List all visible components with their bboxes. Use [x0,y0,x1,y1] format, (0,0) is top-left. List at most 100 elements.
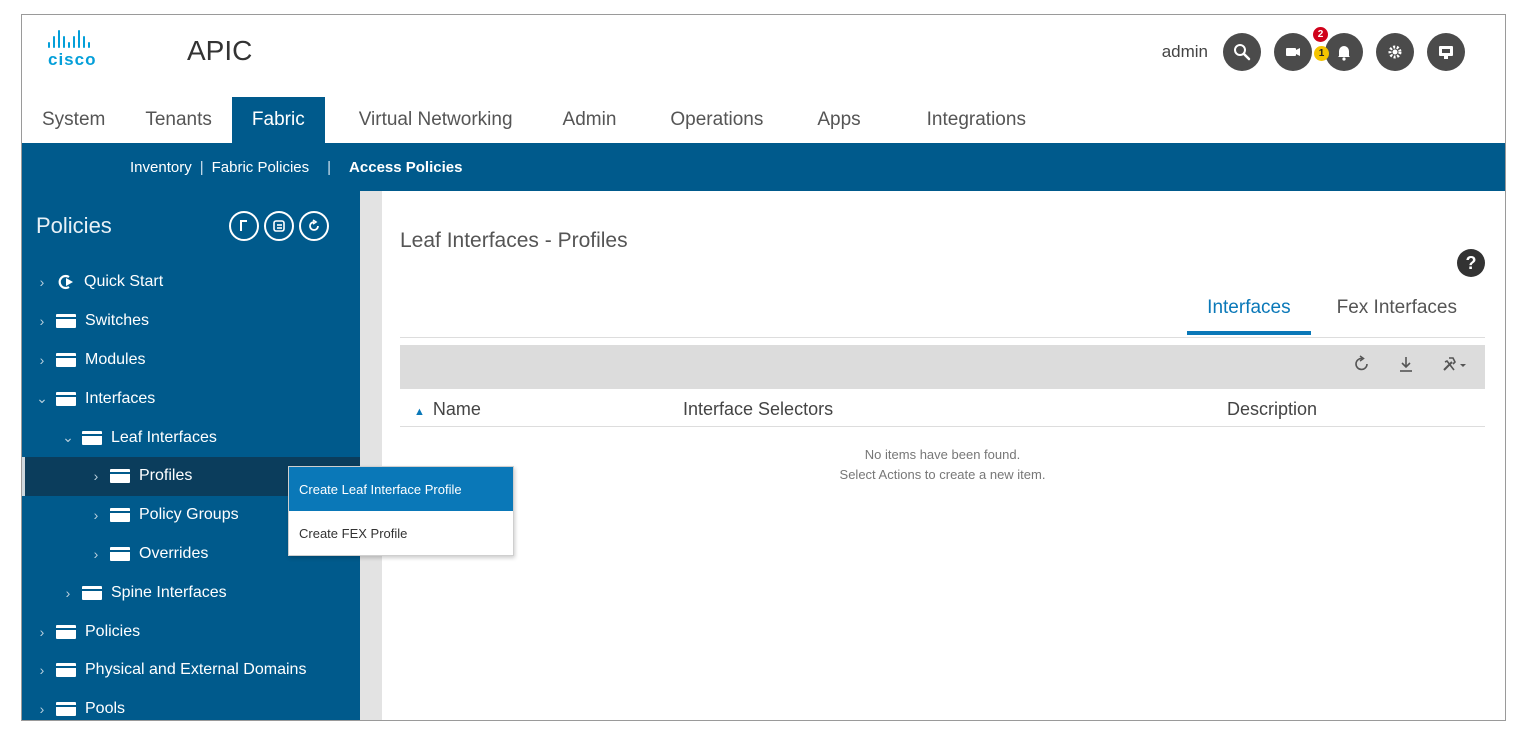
chevron-right-icon[interactable]: › [88,468,104,484]
folder-icon [110,508,130,523]
sort-ascending-icon: ▲ [414,406,425,418]
folder-icon [56,663,76,678]
tab-system[interactable]: System [22,97,125,143]
sub-navigation: Inventory | Fabric Policies | Access Pol… [22,143,1505,191]
top-header: cisco APIC admin 2 1 [22,15,1505,97]
main-tabs: System Tenants Fabric Virtual Networking… [22,97,1505,143]
chevron-right-icon[interactable]: › [34,274,50,290]
chevron-down-icon[interactable]: ⌄ [34,390,50,407]
quick-start-icon [58,275,73,290]
sidebar-resize-handle[interactable] [360,191,382,720]
collapse-icon [240,220,247,231]
chevron-right-icon[interactable]: › [34,313,50,329]
chevron-right-icon[interactable]: › [34,352,50,368]
cisco-logo[interactable]: cisco [48,28,128,72]
tab-tenants[interactable]: Tenants [125,97,232,143]
chevron-down-icon[interactable]: ⌄ [60,429,76,446]
menu-item-create-leaf-interface-profile[interactable]: Create Leaf Interface Profile [289,467,513,511]
tree-item-label: Policies [85,622,141,640]
tab-admin[interactable]: Admin [543,97,651,143]
search-button[interactable] [1223,33,1261,71]
search-icon [1234,44,1251,61]
chevron-right-icon[interactable]: › [60,585,76,601]
tree-item-label: Leaf Interfaces [111,428,217,446]
tree-item-label: Interfaces [85,389,156,407]
tree-item-physical-external-domains[interactable]: › Physical and External Domains [22,651,360,690]
empty-message: No items have been found. [864,447,1021,462]
bell-icon [1338,46,1350,61]
chevron-right-icon[interactable]: › [88,546,104,562]
logo-bars [48,28,128,48]
settings-button[interactable] [1376,33,1414,71]
tree-item-policies[interactable]: › Policies [22,612,360,651]
subnav-access-policies[interactable]: Access Policies [331,159,470,176]
gear-icon [1388,45,1402,59]
tree-item-label: Quick Start [84,273,164,291]
tree-item-label: Profiles [139,467,193,485]
subnav-fabric-policies[interactable]: Fabric Policies [204,159,318,176]
chevron-right-icon[interactable]: › [88,507,104,523]
content-tabs: Interfaces Fex Interfaces [1187,287,1477,335]
tree-item-pools[interactable]: › Pools [22,690,360,720]
sidebar-tool-button[interactable] [264,211,294,241]
page-title: Leaf Interfaces - Profiles [400,229,628,252]
chevron-right-icon[interactable]: › [34,624,50,640]
tree-item-modules[interactable]: › Modules [22,341,360,380]
empty-hint: Select Actions to create a new item. [839,467,1046,482]
download-icon[interactable] [1395,353,1417,375]
help-icon[interactable]: ? [1457,249,1485,277]
system-tools-button[interactable] [1427,33,1465,71]
subnav-inventory[interactable]: Inventory [122,159,200,176]
refresh-icon[interactable] [1351,353,1373,375]
tab-fex-interfaces[interactable]: Fex Interfaces [1311,287,1477,335]
tree-item-label: Spine Interfaces [111,583,227,601]
tree-item-label: Pools [85,700,126,718]
app-title: APIC [187,35,253,66]
folder-icon [82,430,102,445]
tab-interfaces[interactable]: Interfaces [1187,287,1311,335]
tree-item-label: Modules [85,350,146,368]
tree-item-spine-interfaces[interactable]: › Spine Interfaces [22,573,360,612]
menu-item-create-fex-profile[interactable]: Create FEX Profile [289,511,513,555]
tab-operations[interactable]: Operations [650,97,797,143]
chevron-right-icon[interactable]: › [34,662,50,678]
tab-integrations[interactable]: Integrations [907,97,1046,143]
tree-item-switches[interactable]: › Switches [22,302,360,341]
tree-item-leaf-interfaces[interactable]: ⌄ Leaf Interfaces [22,418,360,457]
warning-badge: 1 [1314,46,1329,61]
sidebar-tool-button[interactable] [299,211,329,241]
tree-item-label: Physical and External Domains [85,661,307,679]
tab-fabric[interactable]: Fabric [231,97,325,143]
table-header: ▲ Name Interface Selectors Description [400,395,1485,427]
feedback-button[interactable] [1274,33,1312,71]
feedback-icon [1286,48,1300,56]
column-header-interface-selectors[interactable]: Interface Selectors [683,399,833,420]
toolbar-icons [1351,353,1469,375]
refresh-icon [309,219,319,231]
chevron-right-icon[interactable]: › [34,701,50,717]
folder-icon [110,546,130,561]
tree-item-label: Policy Groups [139,506,239,524]
folder-icon [56,391,76,406]
critical-badge: 2 [1313,27,1328,42]
tree-item-interfaces[interactable]: ⌄ Interfaces [22,379,360,418]
column-header-name[interactable]: ▲ Name [414,399,481,420]
tab-virtual-networking[interactable]: Virtual Networking [325,97,543,143]
apic-window: cisco APIC admin 2 1 System Tenants Fabr… [21,14,1506,721]
actions-tools-icon[interactable] [1439,353,1469,375]
tree-item-label: Switches [85,312,150,330]
tab-apps[interactable]: Apps [797,97,906,143]
subnav-separator: | [327,158,332,176]
folder-icon [56,702,76,717]
logo-text: cisco [48,50,97,69]
sidebar-tools [229,211,329,241]
sidebar-tool-button[interactable] [229,211,259,241]
username[interactable]: admin [1162,42,1208,62]
table-toolbar [400,345,1485,389]
folder-icon [82,585,102,600]
column-label: Name [432,399,481,419]
alerts-button[interactable]: 2 1 [1313,27,1363,71]
tree-item-quick-start[interactable]: › Quick Start [22,263,360,302]
column-header-description[interactable]: Description [1227,399,1317,420]
folder-icon [56,352,76,367]
